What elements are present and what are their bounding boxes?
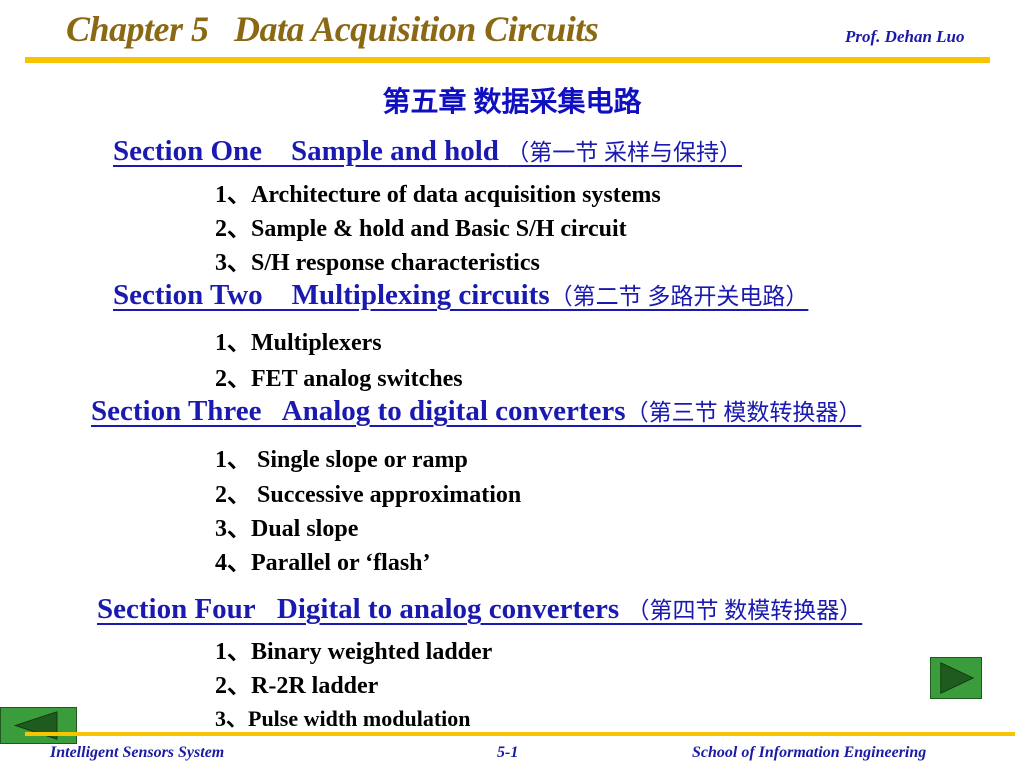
next-slide-button[interactable] <box>930 657 982 699</box>
section-title: Section One Sample and hold <box>113 135 507 167</box>
list-item: 3、Pulse width modulation <box>215 706 471 731</box>
list-item: 2、R-2R ladder <box>215 673 379 699</box>
section-one-heading[interactable]: Section One Sample and hold （第一节 采样与保持） <box>113 133 742 168</box>
list-item: 2、 Successive approximation <box>215 482 522 508</box>
previous-slide-button[interactable] <box>0 707 77 744</box>
list-item: 3、S/H response characteristics <box>215 250 540 276</box>
list-item: 4、Parallel or ‘flash’ <box>215 550 431 576</box>
footer-school: School of Information Engineering <box>692 744 927 761</box>
author-name: Prof. Dehan Luo <box>845 27 965 46</box>
section-title: Section Four Digital to analog converter… <box>97 593 627 625</box>
chapter-title: Chapter 5 Data Acquisition Circuits <box>66 9 599 49</box>
list-item: 2、FET analog switches <box>215 366 463 392</box>
footer-page-number: 5-1 <box>497 744 519 761</box>
section-three-heading[interactable]: Section Three Analog to digital converte… <box>91 393 861 428</box>
section-title-cn: （第四节 数模转换器） <box>626 598 863 623</box>
section-title-cn: （第一节 采样与保持） <box>506 140 742 165</box>
section-title: Section Three Analog to digital converte… <box>91 395 626 427</box>
triangle-right-icon <box>940 662 975 694</box>
list-item: 1、Multiplexers <box>215 330 382 356</box>
header-divider <box>25 57 990 63</box>
footer-divider <box>25 732 1015 736</box>
chinese-chapter-title: 第五章 数据采集电路 <box>382 87 642 118</box>
list-item: 1、Architecture of data acquisition syste… <box>215 182 661 208</box>
list-item: 1、Binary weighted ladder <box>215 639 493 665</box>
section-four-heading[interactable]: Section Four Digital to analog converter… <box>97 591 862 626</box>
section-title-cn: （第三节 模数转换器） <box>625 400 862 425</box>
footer-course: Intelligent Sensors System <box>50 744 225 761</box>
section-title-cn: （第二节 多路开关电路） <box>549 284 809 309</box>
section-title: Section Two Multiplexing circuits <box>113 279 550 311</box>
list-item: 3、Dual slope <box>215 516 359 542</box>
triangle-left-icon <box>13 711 58 740</box>
list-item: 1、 Single slope or ramp <box>215 447 468 473</box>
section-two-heading[interactable]: Section Two Multiplexing circuits（第二节 多路… <box>113 277 808 312</box>
list-item: 2、Sample & hold and Basic S/H circuit <box>215 216 627 242</box>
